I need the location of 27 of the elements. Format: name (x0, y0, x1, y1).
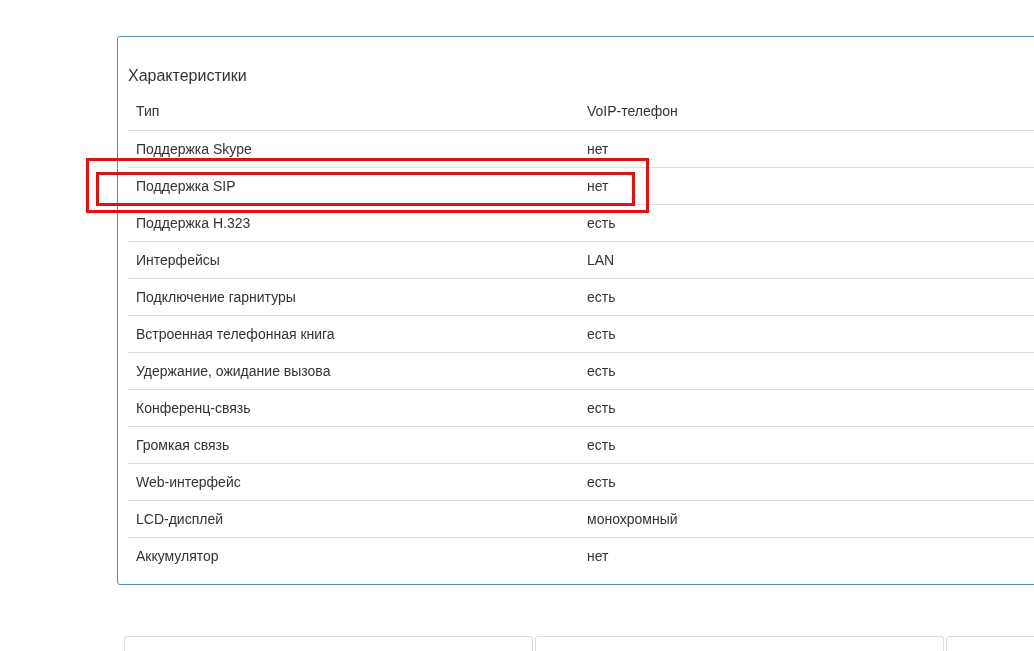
spec-value: LAN (587, 250, 615, 270)
spec-label: Поддержка Skype (136, 140, 252, 157)
spec-value: есть (587, 213, 616, 233)
spec-label: Интерфейсы (136, 251, 220, 268)
spec-value: VoIP-телефон (587, 102, 678, 121)
spec-value: есть (587, 324, 616, 344)
spec-label: Поддержка H.323 (136, 214, 251, 231)
spec-label: Конференц-связь (136, 399, 251, 416)
spec-value: есть (587, 435, 616, 455)
spec-label: Поддержка SIP (136, 177, 236, 194)
spec-value: есть (587, 472, 616, 492)
spec-value: есть (587, 287, 616, 307)
spec-label: Web-интерфейс (136, 473, 241, 490)
spec-label: Подключение гарнитуры (136, 288, 296, 305)
spec-label: Тип (136, 103, 160, 119)
spec-value: есть (587, 361, 616, 381)
spec-value: есть (587, 398, 616, 418)
spec-value: нет (587, 139, 609, 159)
spec-label: Громкая связь (136, 436, 230, 453)
spec-label: Удержание, ожидание вызова (136, 362, 331, 379)
spec-value: нет (587, 546, 609, 566)
spec-value: нет (587, 176, 609, 196)
spec-label: Аккумулятор (136, 547, 219, 564)
spec-label: LCD-дисплей (136, 510, 223, 527)
panel-title: Характеристики (128, 66, 248, 86)
spec-value: монохромный (587, 509, 678, 529)
spec-label: Встроенная телефонная книга (136, 325, 335, 342)
